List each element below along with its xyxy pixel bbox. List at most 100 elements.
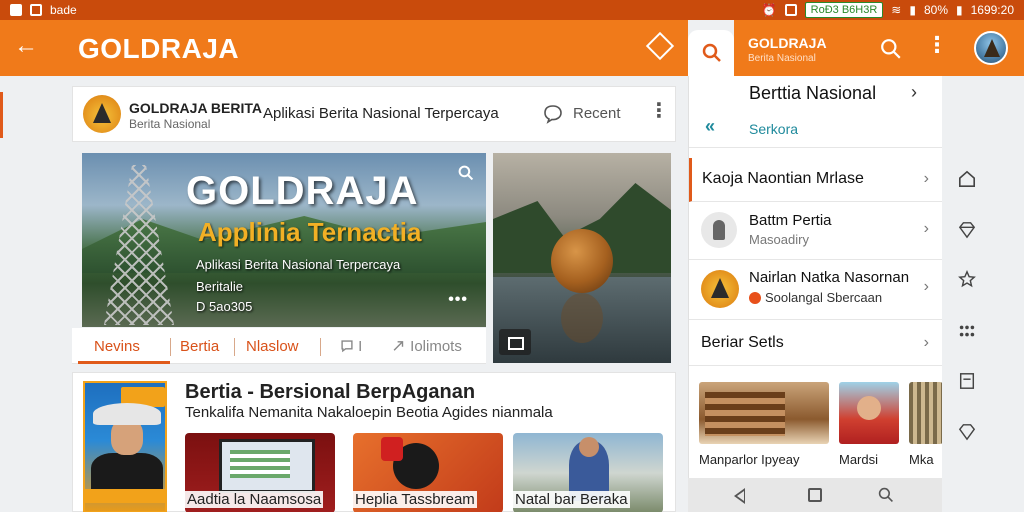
channel-name: GOLDRAJA BERITA xyxy=(129,100,262,116)
panel-item-title: Battm Pertia xyxy=(749,212,832,229)
search-icon[interactable] xyxy=(880,38,902,60)
battery-icon: ▮ xyxy=(956,3,963,17)
poster-figure-hat xyxy=(93,403,161,425)
live-dot-icon xyxy=(749,292,761,304)
section-subtitle: Tenkalifa Nemanita Nakaloepin Beotia Agi… xyxy=(185,404,553,421)
chevron-right-icon: › xyxy=(923,334,929,351)
channel-header-card[interactable]: GOLDRAJA BERITA Berita Nasional Aplikasi… xyxy=(72,86,676,142)
panel-item[interactable]: Kaoja Naontian Mrlase › xyxy=(689,158,943,202)
more-vertical-icon[interactable]: ⋮ xyxy=(926,34,948,56)
wifi-icon: ≋ xyxy=(891,3,902,17)
cast-icon[interactable] xyxy=(499,329,531,355)
tab-divider xyxy=(320,338,321,356)
nav-back-icon[interactable] xyxy=(734,488,745,504)
panel-gallery: Manparlor Ipyeay Mardsi Mka xyxy=(689,372,943,476)
star-icon[interactable] xyxy=(958,270,976,288)
secondary-app-bar: GOLDRAJA Berita Nasional ⋮ xyxy=(734,20,1024,76)
hero-more-icon[interactable]: ••• xyxy=(448,291,468,309)
hero-subtitle: Applinia Ternactia xyxy=(198,217,422,247)
news-thumb-label[interactable]: Aadtia la Naamsosa xyxy=(185,491,324,508)
app-bar: ← GOLDRAJA xyxy=(0,20,688,76)
tab-news[interactable]: Nevins xyxy=(94,338,140,355)
tab-comments[interactable]: I xyxy=(340,338,362,355)
arrow-left-icon[interactable]: ← xyxy=(14,34,38,58)
section-title: Bertia - Bersional BerpAganan xyxy=(185,381,476,403)
panel-header: Berttia Nasional › « Serkora xyxy=(689,76,943,148)
hero-description: Aplikasi Berita Nasional Terpercaya xyxy=(196,257,401,272)
gallery-label[interactable]: Mka xyxy=(909,452,934,467)
category-tabs: Nevins Bertia Nlaslow I Iolimots xyxy=(72,328,486,364)
chevron-right-icon: › xyxy=(923,278,929,295)
double-chevron-left-icon[interactable]: « xyxy=(705,116,715,137)
document-icon[interactable] xyxy=(958,372,976,390)
search-tab[interactable] xyxy=(688,30,734,76)
tab-share[interactable]: Iolimots xyxy=(392,338,462,355)
panel-link[interactable]: Serkora xyxy=(749,121,798,137)
home-icon[interactable] xyxy=(958,170,976,188)
status-left-text: bade xyxy=(50,3,77,17)
diamond-icon[interactable] xyxy=(645,31,675,61)
tab-nlaslow[interactable]: Nlaslow xyxy=(246,338,299,355)
active-tab-indicator xyxy=(78,361,170,364)
panel-item[interactable]: Nairlan Natka Nasornan Soolangal Sbercaa… xyxy=(689,260,943,320)
tab-bertia[interactable]: Bertia xyxy=(180,338,219,355)
news-thumb-label[interactable]: Heplia Tassbream xyxy=(353,491,477,508)
grid-dots-icon[interactable] xyxy=(958,322,976,340)
share-arrow-icon xyxy=(393,341,404,351)
comment-icon xyxy=(341,340,353,353)
panel-item-title: Nairlan Natka Nasornan xyxy=(749,269,910,286)
hero-line-b: D 5ao305 xyxy=(196,299,253,314)
nav-home-icon[interactable] xyxy=(808,488,822,502)
side-image-orb xyxy=(551,229,613,293)
poster-band xyxy=(85,489,165,503)
message-icon xyxy=(30,4,42,16)
gem-icon[interactable] xyxy=(958,423,976,441)
notification-icon xyxy=(10,4,22,16)
news-poster[interactable] xyxy=(83,381,167,512)
alarm-icon: ⏰ xyxy=(761,3,777,17)
chevron-right-icon: › xyxy=(923,170,929,187)
battery-text: 80% xyxy=(923,3,948,17)
app-title: GOLDRAJA xyxy=(78,33,240,64)
search-icon[interactable] xyxy=(458,165,474,181)
hero-line-a: Beritalie xyxy=(196,279,243,294)
channel-logo xyxy=(701,270,739,308)
channel-logo xyxy=(83,95,121,133)
gem-icon[interactable] xyxy=(958,221,976,239)
channel-tagline: Aplikasi Berita Nasional Terpercaya xyxy=(263,105,499,122)
tab-divider xyxy=(234,338,235,356)
tab-share-label: Iolimots xyxy=(410,338,462,355)
signal-icon: ▮ xyxy=(909,3,916,17)
right-icon-rail xyxy=(942,76,1024,512)
search-icon xyxy=(702,43,721,62)
avatar[interactable] xyxy=(974,31,1008,65)
tablet-image xyxy=(219,439,315,493)
clock: 1699:20 xyxy=(970,3,1014,17)
channel-subtitle: Berita Nasional xyxy=(129,117,211,131)
recent-link[interactable]: Recent xyxy=(573,105,621,122)
panel-item-title: Beriar Setls xyxy=(701,334,784,351)
system-nav-bar xyxy=(688,478,942,512)
gallery-label[interactable]: Mardsi xyxy=(839,452,878,467)
gallery-thumb[interactable] xyxy=(909,382,943,444)
hero-banner[interactable]: GOLDRAJA Applinia Ternactia Aplikasi Ber… xyxy=(82,153,486,327)
search-icon[interactable] xyxy=(878,487,894,503)
secondary-subtitle: Berita Nasional xyxy=(748,53,816,64)
featured-side-image[interactable] xyxy=(493,153,671,363)
tab-comments-label: I xyxy=(358,338,363,355)
panel-item[interactable]: Beriar Setls › xyxy=(689,320,943,366)
chat-bubble-icon[interactable] xyxy=(543,104,563,124)
gallery-thumb[interactable] xyxy=(699,382,829,444)
chevron-right-icon[interactable]: › xyxy=(911,82,917,103)
panel-item-subtitle: Soolangal Sbercaan xyxy=(765,290,883,305)
more-vertical-icon[interactable]: ⋮ xyxy=(649,101,669,121)
gallery-thumb[interactable] xyxy=(839,382,899,444)
panel-item-title: Kaoja Naontian Mrlase xyxy=(702,170,864,187)
hero-title: GOLDRAJA xyxy=(186,169,419,213)
user-placeholder-icon xyxy=(701,212,737,248)
gallery-label[interactable]: Manparlor Ipyeay xyxy=(699,452,799,467)
right-panel: Berttia Nasional › « Serkora Kaoja Naont… xyxy=(688,76,943,512)
panel-item[interactable]: Battm Pertia Masoadiry › xyxy=(689,202,943,260)
vibrate-icon xyxy=(784,4,797,16)
news-thumb-label[interactable]: Natal bar Beraka xyxy=(513,491,630,508)
